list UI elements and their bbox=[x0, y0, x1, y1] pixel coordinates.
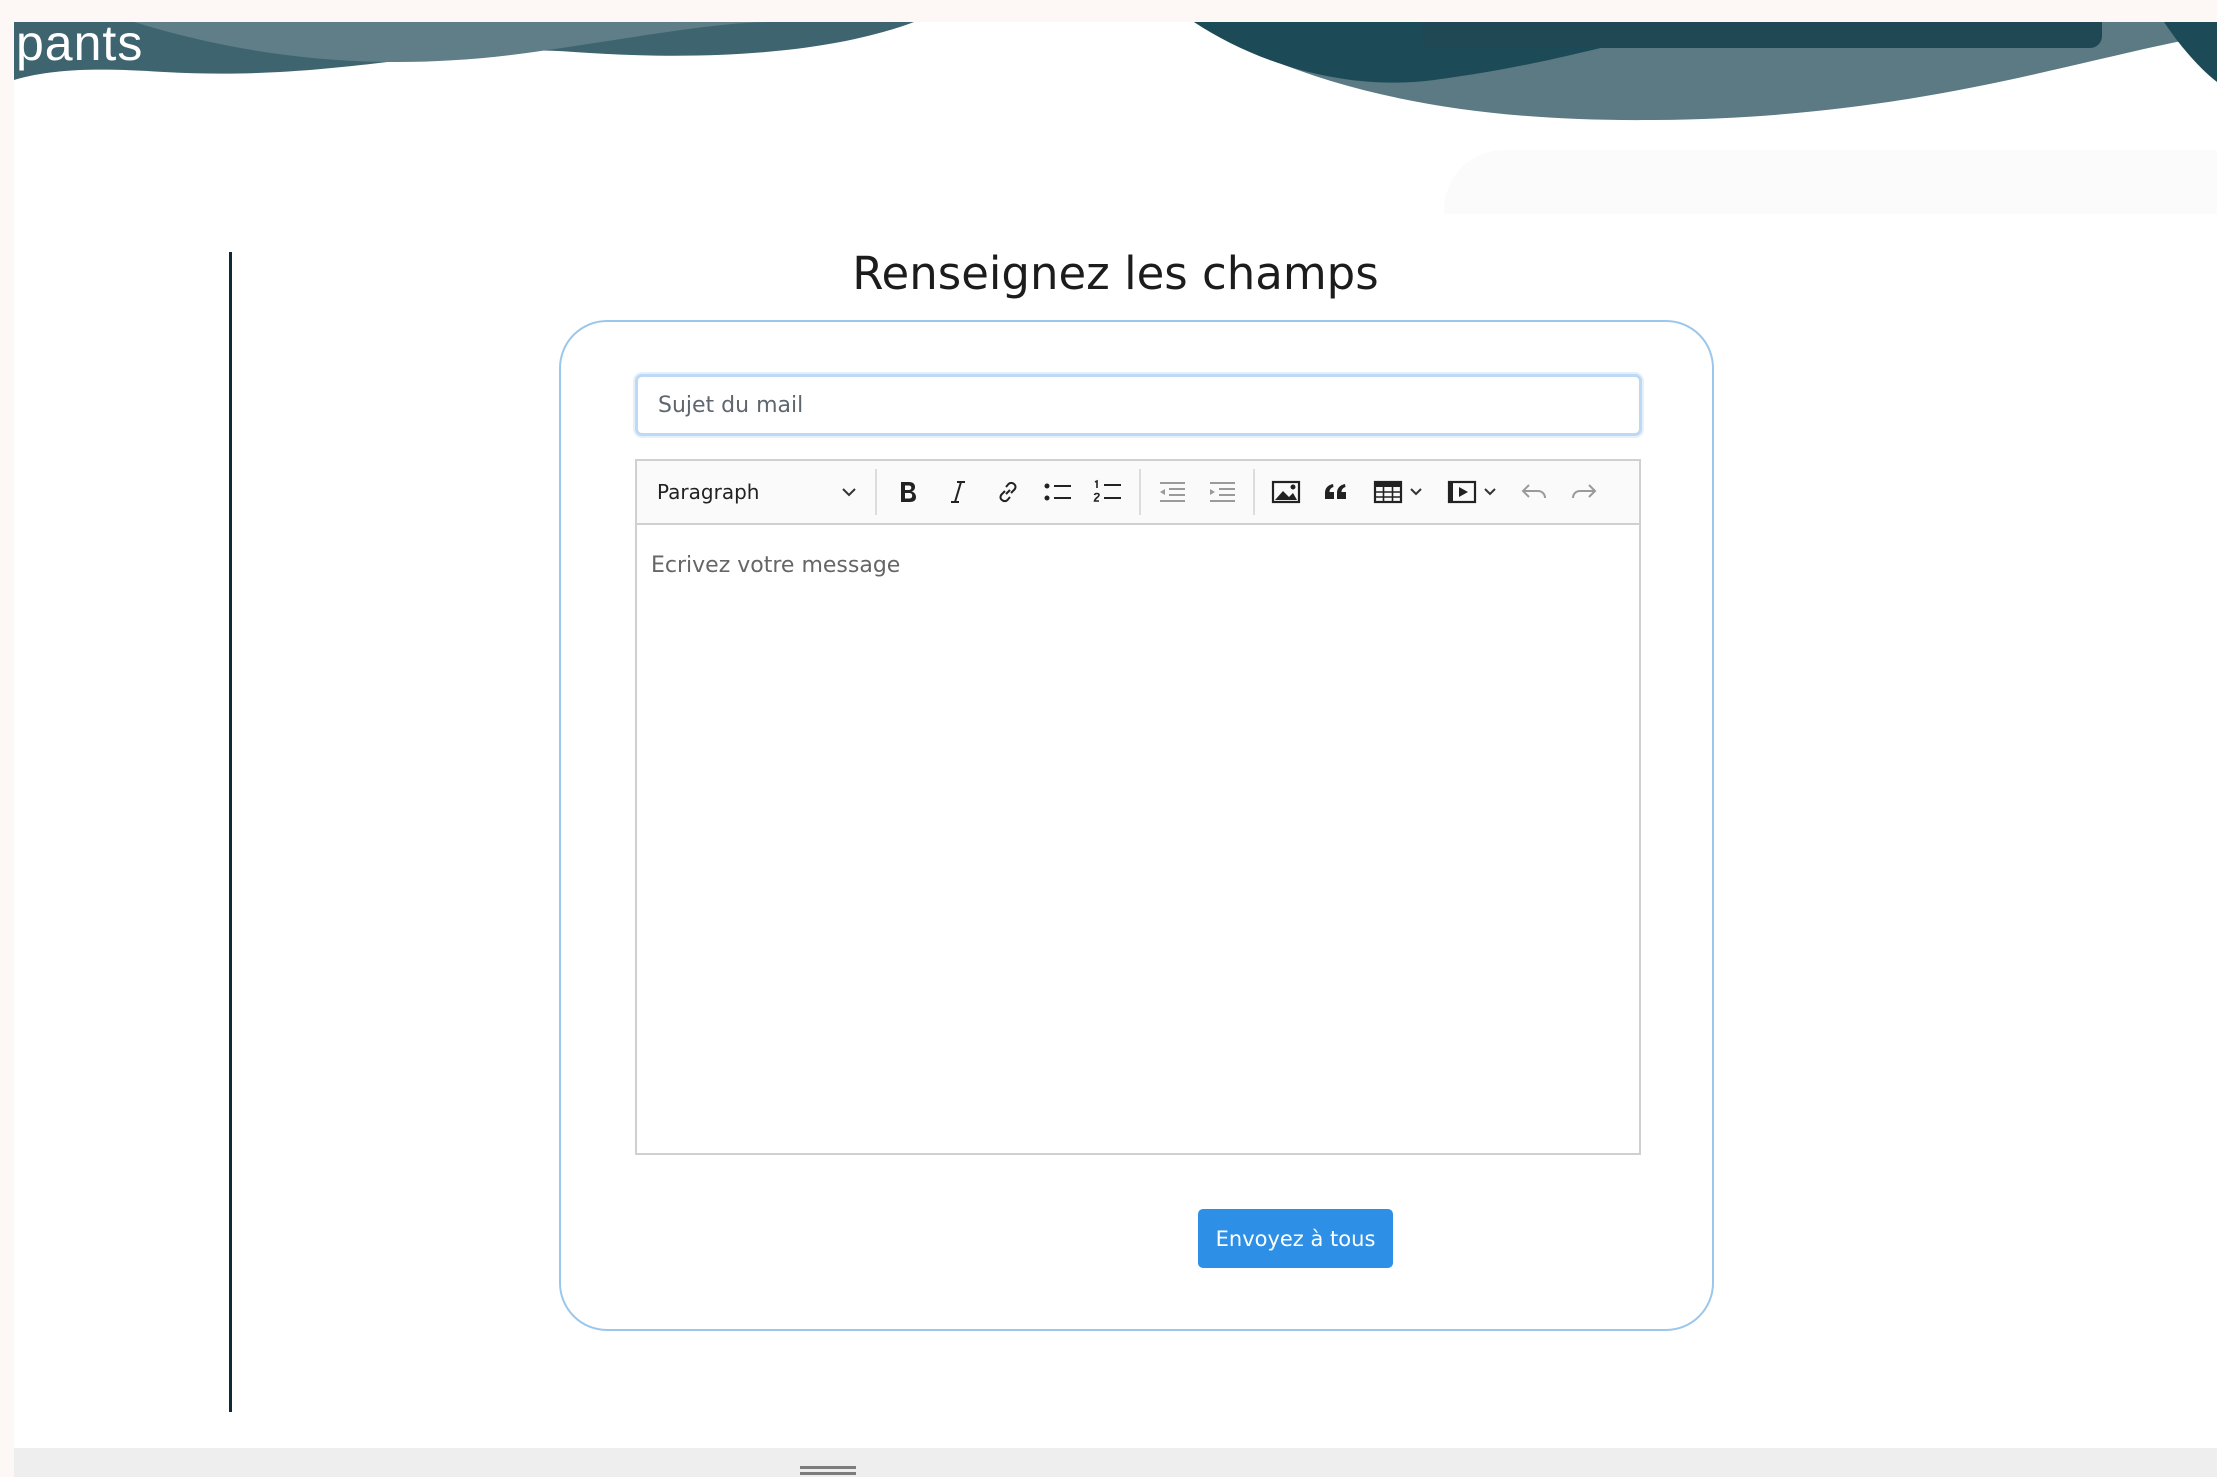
blockquote-button[interactable] bbox=[1311, 468, 1361, 516]
numbered-list-button[interactable] bbox=[1083, 468, 1133, 516]
image-icon bbox=[1271, 480, 1301, 504]
page: pants Renseignez les champs Paragraph bbox=[14, 22, 2217, 1477]
bottom-bar bbox=[14, 1448, 2217, 1477]
bold-button[interactable] bbox=[883, 468, 933, 516]
background-band bbox=[1444, 150, 2217, 214]
chevron-down-icon bbox=[1410, 488, 1422, 496]
blockquote-icon bbox=[1325, 484, 1346, 499]
vertical-divider bbox=[229, 252, 232, 1412]
link-icon bbox=[999, 481, 1017, 503]
redo-icon bbox=[1572, 484, 1597, 499]
chevron-down-icon bbox=[842, 488, 856, 497]
heading-format-select[interactable]: Paragraph bbox=[645, 468, 869, 516]
header-navigation-pill[interactable] bbox=[1422, 22, 2102, 48]
indent-button[interactable] bbox=[1197, 468, 1247, 516]
subject-input[interactable] bbox=[635, 374, 1642, 436]
link-button[interactable] bbox=[983, 468, 1033, 516]
outdent-button[interactable] bbox=[1147, 468, 1197, 516]
redo-button[interactable] bbox=[1559, 468, 1609, 516]
indent-icon bbox=[1210, 482, 1235, 502]
undo-button[interactable] bbox=[1509, 468, 1559, 516]
bulleted-list-button[interactable] bbox=[1033, 468, 1083, 516]
media-embed-icon bbox=[1447, 480, 1477, 504]
outdent-icon bbox=[1160, 482, 1185, 502]
italic-button[interactable] bbox=[933, 468, 983, 516]
numbered-list-icon bbox=[1093, 479, 1121, 502]
insert-media-button[interactable] bbox=[1435, 468, 1509, 516]
format-select-value: Paragraph bbox=[657, 480, 760, 504]
editor-placeholder: Ecrivez votre message bbox=[651, 553, 901, 578]
undo-icon bbox=[1521, 484, 1546, 499]
bulleted-list-icon bbox=[1044, 483, 1071, 501]
editor-content-area[interactable]: Ecrivez votre message bbox=[637, 525, 1639, 1153]
toolbar-separator bbox=[1253, 469, 1255, 515]
toolbar-separator bbox=[875, 469, 877, 515]
rich-text-editor: Paragraph Ecrivez votre message bbox=[635, 459, 1641, 1155]
insert-image-button[interactable] bbox=[1261, 468, 1311, 516]
email-form-card: Paragraph bbox=[559, 320, 1714, 1331]
send-to-all-button[interactable]: Envoyez à tous bbox=[1198, 1209, 1393, 1268]
insert-table-button[interactable] bbox=[1361, 468, 1435, 516]
brand-logo-text-fragment: pants bbox=[16, 22, 144, 71]
bold-icon bbox=[901, 482, 916, 502]
italic-icon bbox=[951, 481, 965, 503]
page-title: Renseignez les champs bbox=[852, 247, 1379, 300]
resize-grip-handle[interactable] bbox=[800, 1466, 856, 1476]
toolbar-separator bbox=[1139, 469, 1141, 515]
table-icon bbox=[1373, 480, 1403, 504]
editor-toolbar: Paragraph bbox=[637, 461, 1639, 525]
chevron-down-icon bbox=[1484, 488, 1496, 496]
